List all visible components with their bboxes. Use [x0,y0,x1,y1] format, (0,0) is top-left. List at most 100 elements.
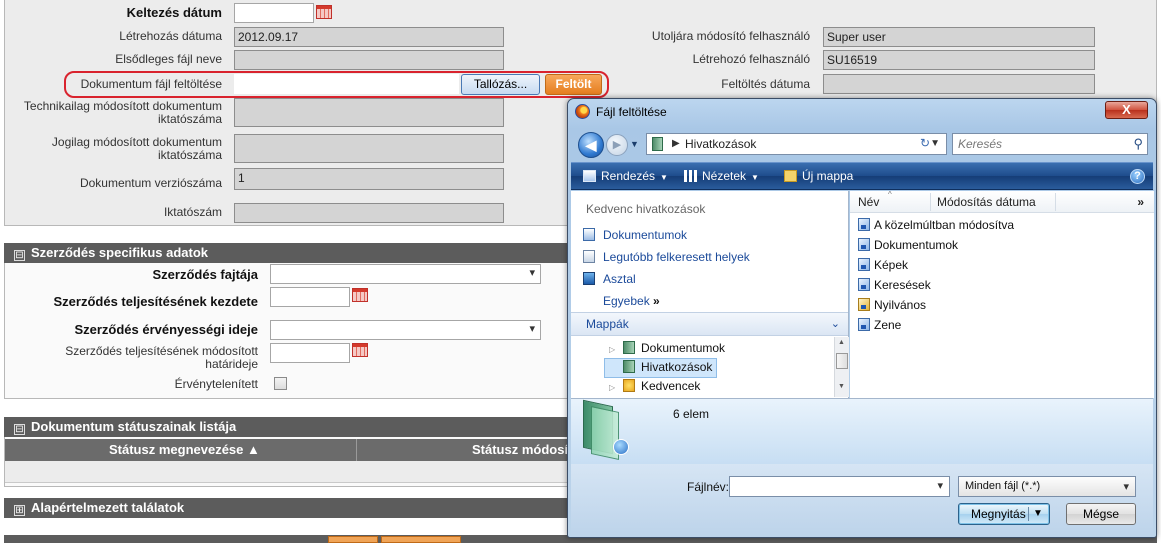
help-icon[interactable]: ? [1130,169,1145,184]
list-item[interactable]: A közelmúltban módosítva [858,218,1014,232]
history-dropdown-icon[interactable]: ▼ [630,139,639,149]
expand-arrow-icon[interactable]: ▷ [609,343,619,357]
ervenytelen-label: Érvénytelenített [174,377,258,391]
details-pane: 6 elem [571,398,1153,464]
tree-label: Dokumentumok [641,341,726,355]
tree-label: Kedvencek [641,379,701,393]
folders-header[interactable]: Mappák ⌄ [571,312,848,336]
verzio-field: 1 [234,168,504,190]
calendar-icon[interactable] [352,288,368,302]
upload-file-input[interactable] [234,74,459,94]
search-placeholder: Keresés [958,137,1003,151]
open-button[interactable]: Megnyitás ▼ [958,503,1050,525]
toolbar-button[interactable] [328,536,378,543]
expand-icon[interactable]: ⊞ [14,505,25,516]
favorite-recent-places[interactable]: Legutóbb felkeresett helyek [583,250,750,264]
list-item[interactable]: Képek [858,258,908,272]
views-menu[interactable]: Nézetek ▼ [684,163,759,191]
file-type-select[interactable]: Minden fájl (*.*) [958,476,1136,497]
star-folder-icon [623,379,635,392]
upload-button[interactable]: Feltölt [545,74,602,95]
dialog-footer: Fájlnév: Minden fájl (*.*) Megnyitás ▼ M… [571,464,1153,537]
organize-label: Rendezés [601,169,656,183]
refresh-icon[interactable]: ↻ [920,136,930,150]
letrehozo-label: Létrehozó felhasználó [692,52,810,66]
address-bar[interactable]: ▶ Hivatkozások ▼ [646,133,947,155]
back-button[interactable]: ◀ [578,132,604,158]
scroll-thumb[interactable] [836,353,848,369]
collapse-icon[interactable]: ⊟ [14,424,25,435]
filename-input[interactable] [729,476,950,497]
list-item[interactable]: Dokumentumok [858,238,958,252]
iktato-field [234,203,504,223]
list-item[interactable]: Keresések [858,278,931,292]
scroll-up-icon[interactable]: ▲ [838,339,845,346]
breadcrumb-arrow-icon[interactable]: ▶ [672,134,680,154]
search-input[interactable]: Keresés ⚲ [952,133,1148,155]
tree-scrollbar[interactable]: ▲ ▼ [834,337,849,397]
favorite-desktop[interactable]: Asztal [583,272,636,286]
views-icon [684,170,697,182]
calendar-icon[interactable] [316,5,332,19]
upload-label: Dokumentum fájl feltöltése [80,77,222,91]
tree-item-dokumentumok[interactable]: ▷ Dokumentumok [609,341,725,357]
keltezes-label: Keltezés dátum [126,5,222,20]
new-folder-icon [784,170,797,182]
scroll-down-icon[interactable]: ▼ [838,383,845,390]
file-label: A közelmúltban módosítva [874,218,1015,232]
modified-column[interactable]: Módosítás dátuma [937,191,1036,213]
status-name-column[interactable]: Státusz megnevezése ▲ [109,439,260,461]
search-icon[interactable]: ⚲ [1133,134,1143,154]
chevron-down-icon[interactable]: ▼ [930,134,940,154]
chevron-down-icon[interactable]: ⌄ [831,313,840,335]
collapse-icon[interactable]: ⊟ [14,250,25,261]
organize-menu[interactable]: Rendezés ▼ [583,163,668,191]
calendar-icon[interactable] [352,343,368,357]
browse-button[interactable]: Tallózás... [461,74,540,95]
expand-arrow-icon[interactable]: ▷ [609,381,619,395]
dialog-title: Fájl feltöltése [596,105,667,119]
list-item[interactable]: Nyilvános [858,298,926,312]
file-label: Képek [874,258,909,272]
ervenyessegi-select[interactable] [270,320,541,340]
defaults-section-title: Alapértelmezett találatok [31,500,185,515]
ervenytelen-checkbox[interactable] [274,377,287,390]
address-text: Hivatkozások [685,137,757,151]
forward-button[interactable]: ▶ [606,134,628,156]
column-divider [356,439,357,461]
modosito-label: Utoljára módosító felhasználó [651,29,810,43]
modosito-field: Super user [823,27,1095,47]
folder-icon [623,360,635,373]
shortcut-icon [858,298,870,311]
status-modified-column[interactable]: Státusz módosí [472,439,568,461]
more-columns-icon[interactable]: » [1137,191,1144,213]
file-label: Dokumentumok [874,238,959,252]
tree-item-hivatkozasok[interactable]: ▷Hivatkozások [604,358,718,378]
fajta-select[interactable] [270,264,541,284]
close-button[interactable]: X [1105,101,1148,119]
toolbar-button[interactable] [381,536,461,543]
kezdete-input[interactable] [270,287,350,307]
favorite-label: Legutóbb felkeresett helyek [603,250,750,264]
filename-label: Fájlnév: [687,480,730,494]
favorite-label: Egyebek [603,294,650,308]
split-divider [1028,507,1029,521]
folder-icon [583,399,629,460]
name-column[interactable]: Név [858,191,879,213]
modositott-input[interactable] [270,343,350,363]
shortcut-icon [858,218,870,231]
keltezes-input[interactable] [234,3,314,23]
column-divider [930,193,931,211]
tree-item-kedvencek[interactable]: ▷ Kedvencek [609,379,700,395]
shortcut-icon [858,278,870,291]
shortcut-icon [858,318,870,331]
jogilag-label-2: iktatószáma [157,148,222,162]
letrehozo-field: SU16519 [823,50,1095,70]
new-folder-button[interactable]: Új mappa [784,163,853,189]
cancel-button[interactable]: Mégse [1066,503,1136,525]
more-icon: » [653,294,660,308]
list-item[interactable]: Zene [858,318,901,332]
chevron-down-icon[interactable]: ▼ [1033,504,1043,524]
favorite-dokumentumok[interactable]: Dokumentumok [583,228,687,242]
favorite-more[interactable]: Egyebek » [603,294,660,308]
